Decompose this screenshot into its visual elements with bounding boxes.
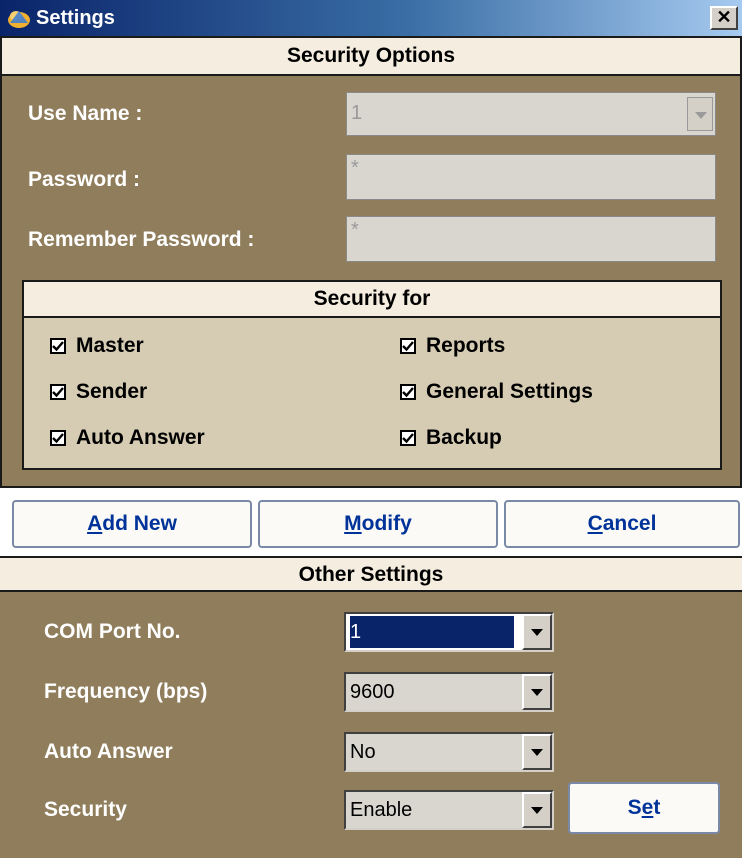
checkbox-master-label: Master <box>76 334 144 357</box>
auto-answer-dropdown-button[interactable] <box>522 734 552 770</box>
set-button[interactable]: Set <box>568 782 720 834</box>
other-settings-header: Other Settings <box>0 556 742 592</box>
user-name-value: 1 <box>351 102 363 124</box>
auto-answer-select[interactable]: No <box>344 732 554 772</box>
remember-password-label: Remember Password : <box>28 228 255 251</box>
remember-password-value: * <box>351 219 359 241</box>
security-options-header: Security Options <box>2 38 740 76</box>
frequency-value: 9600 <box>350 681 395 703</box>
user-name-label: Use Name : <box>28 102 143 125</box>
chevron-down-icon <box>531 749 543 756</box>
security-select[interactable]: Enable <box>344 790 554 830</box>
settings-window: Settings ✕ Security Options Use Name : 1… <box>0 0 742 858</box>
set-mnemonic: e <box>641 796 654 819</box>
checkbox-general-settings[interactable]: General Settings <box>400 380 593 404</box>
checkbox-reports[interactable]: Reports <box>400 334 505 358</box>
auto-answer-label: Auto Answer <box>44 740 173 763</box>
window-title: Settings <box>36 7 115 29</box>
checkbox-backup-label: Backup <box>426 426 502 449</box>
close-icon: ✕ <box>716 7 732 27</box>
security-for-group: Security for Master Reports Sender Gener… <box>22 280 722 470</box>
checkmark-icon <box>52 433 64 444</box>
com-port-dropdown-button[interactable] <box>522 614 552 650</box>
chevron-down-icon <box>531 689 543 696</box>
set-label-post: t <box>653 796 661 819</box>
add-new-button[interactable]: Add New <box>12 500 252 548</box>
checkbox-box[interactable] <box>50 430 66 446</box>
checkbox-sender[interactable]: Sender <box>50 380 147 404</box>
frequency-dropdown-button[interactable] <box>522 674 552 710</box>
modify-mnemonic: M <box>344 512 362 535</box>
checkbox-box[interactable] <box>50 338 66 354</box>
com-port-label: COM Port No. <box>44 620 181 643</box>
chevron-down-icon <box>695 112 707 119</box>
frequency-label: Frequency (bps) <box>44 680 208 703</box>
checkbox-box[interactable] <box>400 430 416 446</box>
checkbox-box[interactable] <box>400 338 416 354</box>
checkmark-icon <box>52 341 64 352</box>
frequency-select[interactable]: 9600 <box>344 672 554 712</box>
chevron-down-icon <box>531 807 543 814</box>
checkbox-general-settings-label: General Settings <box>426 380 593 403</box>
password-label: Password : <box>28 168 141 191</box>
modify-button[interactable]: Modify <box>258 500 498 548</box>
security-options-panel: Security Options Use Name : 1 Password :… <box>0 36 742 488</box>
other-settings-panel: Other Settings COM Port No. 1 Frequency … <box>0 556 742 858</box>
cancel-button[interactable]: Cancel <box>504 500 740 548</box>
checkbox-auto-answer[interactable]: Auto Answer <box>50 426 205 450</box>
cancel-mnemonic: C <box>587 512 603 535</box>
security-for-header: Security for <box>24 282 720 318</box>
cancel-label: ancel <box>602 512 657 535</box>
checkbox-backup[interactable]: Backup <box>400 426 502 450</box>
password-field[interactable]: * <box>346 154 716 200</box>
security-dropdown-button[interactable] <box>522 792 552 828</box>
checkbox-reports-label: Reports <box>426 334 506 357</box>
com-port-value: 1 <box>350 616 514 648</box>
close-button[interactable]: ✕ <box>710 6 738 30</box>
com-port-select[interactable]: 1 <box>344 612 554 652</box>
chevron-down-icon <box>531 629 543 636</box>
auto-answer-value: No <box>350 741 376 763</box>
checkmark-icon <box>52 387 64 398</box>
checkbox-box[interactable] <box>400 384 416 400</box>
set-label-pre: S <box>627 796 642 819</box>
checkbox-auto-answer-label: Auto Answer <box>76 426 205 449</box>
checkbox-master[interactable]: Master <box>50 334 144 358</box>
remember-password-field[interactable]: * <box>346 216 716 262</box>
checkbox-box[interactable] <box>50 384 66 400</box>
modify-label: odify <box>361 512 412 535</box>
app-icon <box>8 11 30 28</box>
title-bar[interactable]: Settings ✕ <box>0 0 742 36</box>
security-value: Enable <box>350 799 413 821</box>
password-value: * <box>351 157 359 179</box>
checkbox-sender-label: Sender <box>76 380 148 403</box>
user-name-combo[interactable]: 1 <box>346 92 716 136</box>
checkmark-icon <box>402 341 414 352</box>
checkmark-icon <box>402 387 414 398</box>
checkmark-icon <box>402 433 414 444</box>
add-new-mnemonic: A <box>87 512 103 535</box>
security-label: Security <box>44 798 127 821</box>
add-new-label: dd New <box>102 512 177 535</box>
user-name-dropdown-button[interactable] <box>687 97 713 131</box>
